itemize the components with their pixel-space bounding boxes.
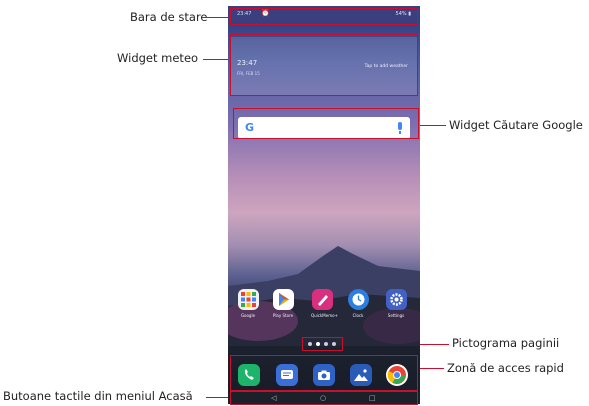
label-quick-access: Zonă de acces rapid	[447, 361, 564, 375]
app-label: QuickMemo+	[311, 313, 338, 318]
leader-status-bar	[202, 17, 231, 18]
label-weather-widget: Widget meteo	[117, 51, 199, 65]
highlight-home-buttons	[230, 391, 418, 405]
app-row: Google Play Store QuickMemo+ Clock Setti…	[228, 289, 420, 325]
highlight-quick-access	[230, 355, 418, 391]
highlight-weather-widget	[230, 34, 418, 96]
play-store-icon	[272, 289, 294, 310]
label-page-icon: Pictograma paginii	[452, 336, 560, 350]
highlight-status-bar	[230, 8, 418, 25]
app-play-store[interactable]: Play Store	[272, 289, 294, 318]
highlight-google-search	[233, 108, 419, 139]
leader-google-search-widget	[419, 125, 446, 126]
app-quickmemo[interactable]: QuickMemo+	[311, 289, 338, 318]
app-google-folder[interactable]: Google	[237, 289, 259, 318]
app-label: Clock	[352, 313, 364, 318]
app-clock[interactable]: Clock	[347, 289, 369, 318]
highlight-page-icon	[302, 337, 343, 351]
leader-home-touch-buttons	[206, 397, 230, 398]
quickmemo-icon	[311, 289, 333, 310]
mountain-wallpaper	[228, 246, 420, 346]
leader-weather-widget	[203, 59, 231, 60]
leader-quick-access	[419, 368, 444, 369]
label-home-touch-buttons: Butoane tactile din meniul Acasă	[3, 389, 193, 403]
clock-icon	[347, 289, 369, 310]
app-label: Settings	[387, 313, 405, 318]
settings-icon	[385, 289, 407, 310]
app-label: Play Store	[272, 313, 294, 318]
app-label: Google	[240, 313, 256, 318]
label-status-bar: Bara de stare	[130, 10, 208, 24]
google-folder-icon	[237, 289, 259, 310]
app-settings[interactable]: Settings	[385, 289, 407, 318]
label-google-search-widget: Widget Căutare Google	[449, 118, 583, 132]
